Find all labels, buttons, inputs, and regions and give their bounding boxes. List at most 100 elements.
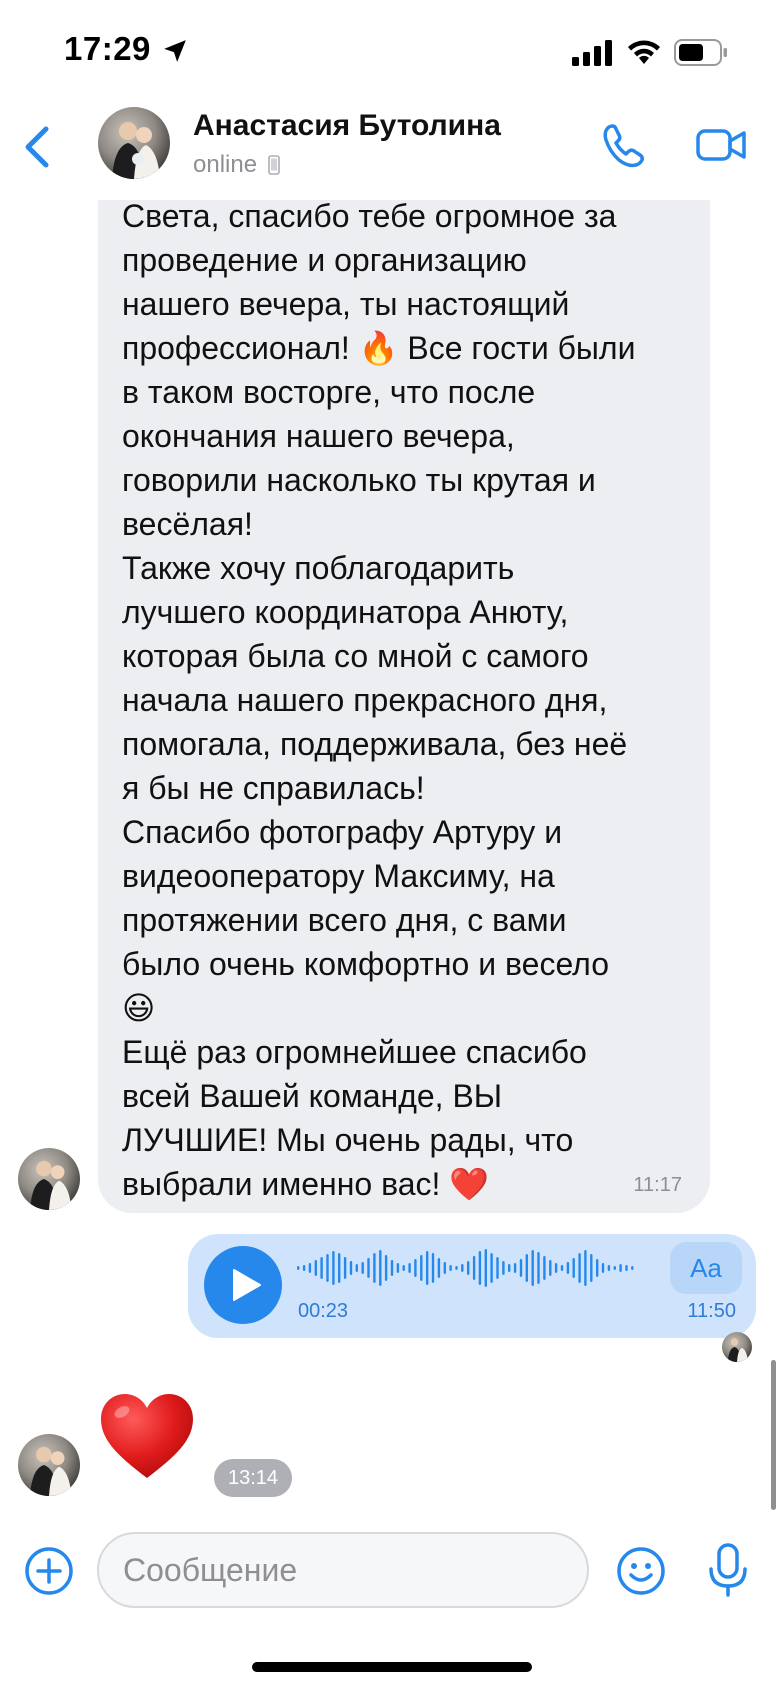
cellular-signal-icon: [572, 40, 612, 66]
waveform-bar: [332, 1251, 335, 1285]
waveform-bar: [596, 1259, 599, 1277]
online-status: online: [193, 151, 280, 179]
phone-call-icon[interactable]: [600, 121, 648, 169]
mobile-device-icon: [267, 155, 280, 175]
waveform-bar: [443, 1262, 446, 1274]
waveform-bar: [631, 1266, 634, 1270]
status-bar: 17:29: [0, 0, 780, 100]
waveform-bar: [449, 1265, 452, 1271]
online-status-label: online: [193, 151, 258, 178]
message-time: 11:17: [633, 1174, 682, 1196]
microphone-icon[interactable]: [706, 1542, 750, 1598]
waveform-bar: [384, 1255, 388, 1281]
contact-avatar[interactable]: [98, 107, 170, 179]
heart-emoji-icon[interactable]: [98, 1390, 196, 1482]
waveform-bar: [508, 1264, 511, 1272]
message-time: 11:50: [687, 1300, 736, 1322]
waveform-bar: [367, 1258, 370, 1278]
avatar-photo-icon: [30, 1446, 72, 1496]
avatar-photo-icon: [112, 122, 160, 179]
waveform-bar: [472, 1256, 476, 1280]
waveform-bar: [379, 1250, 382, 1286]
waveform-bar: [455, 1266, 458, 1270]
play-icon: [233, 1269, 261, 1301]
waveform-bar: [502, 1261, 505, 1275]
voice-waveform[interactable]: [296, 1246, 636, 1290]
waveform-bar: [408, 1263, 411, 1273]
waveform-bar: [513, 1263, 517, 1273]
message-input[interactable]: [97, 1532, 589, 1608]
waveform-bar: [467, 1261, 470, 1275]
waveform-bar: [537, 1252, 540, 1284]
waveform-bar: [584, 1250, 587, 1286]
voice-duration: 00:23: [298, 1300, 349, 1322]
waveform-bar: [578, 1253, 581, 1283]
emoji-smile-icon[interactable]: [616, 1546, 666, 1596]
waveform-bar: [396, 1263, 400, 1273]
waveform-bar: [349, 1261, 353, 1275]
home-indicator: [252, 1662, 532, 1672]
message-composer: [0, 1520, 780, 1688]
status-time: 17:29: [64, 30, 151, 67]
waveform-bar: [572, 1258, 575, 1278]
waveform-bar: [543, 1256, 546, 1280]
message-time-pill: 13:14: [214, 1459, 292, 1497]
waveform-bar: [326, 1254, 329, 1282]
waveform-bar: [525, 1254, 528, 1282]
waveform-bar: [519, 1259, 523, 1277]
waveform-bar: [625, 1265, 628, 1271]
message-text: Света, спасибо тебе огромное за проведен…: [122, 198, 636, 1202]
incoming-message-bubble[interactable]: Света, спасибо тебе огромное за проведен…: [98, 140, 710, 1213]
location-arrow-icon: [164, 40, 186, 62]
play-button[interactable]: [204, 1246, 282, 1324]
waveform-bar: [420, 1255, 423, 1281]
chat-screen: 17:29 Анастасия Бутолина online Света, с…: [0, 0, 780, 1688]
waveform-bar: [426, 1251, 429, 1285]
avatar-photo-icon: [727, 1338, 748, 1362]
avatar-photo-icon: [30, 1160, 72, 1210]
waveform-bar: [297, 1266, 300, 1270]
waveform-bar: [373, 1253, 376, 1283]
waveform-bar: [531, 1250, 534, 1286]
waveform-bar: [607, 1265, 611, 1271]
scrollbar[interactable]: [771, 1360, 776, 1510]
back-chevron-icon[interactable]: [20, 123, 54, 171]
waveform-bar: [402, 1265, 405, 1271]
waveform-bar: [461, 1264, 464, 1272]
waveform-bar: [338, 1253, 341, 1283]
waveform-bar: [554, 1263, 558, 1273]
transcribe-button[interactable]: Aa: [670, 1242, 742, 1294]
sender-avatar[interactable]: [18, 1434, 80, 1496]
waveform-bar: [343, 1257, 347, 1279]
waveform-bar: [549, 1260, 552, 1276]
waveform-bar: [484, 1249, 487, 1287]
waveform-bar: [361, 1262, 364, 1274]
waveform-bar: [496, 1257, 499, 1279]
attach-plus-icon[interactable]: [24, 1546, 74, 1596]
outgoing-voice-message[interactable]: 00:23 Aa 11:50: [188, 1234, 756, 1338]
wifi-icon: [628, 40, 660, 64]
waveform-bar: [302, 1265, 306, 1271]
waveform-bar: [601, 1263, 605, 1273]
waveform-bar: [590, 1254, 593, 1282]
waveform-bar: [437, 1258, 441, 1278]
waveform-bar: [619, 1264, 622, 1272]
battery-icon: [674, 39, 727, 66]
waveform-bar: [478, 1251, 482, 1285]
sender-avatar[interactable]: [18, 1148, 80, 1210]
contact-name[interactable]: Анастасия Бутолина: [193, 109, 501, 143]
waveform-bar: [314, 1260, 317, 1276]
waveform-bar: [431, 1253, 435, 1283]
video-call-icon[interactable]: [696, 125, 748, 165]
waveform-bar: [308, 1263, 312, 1273]
waveform-bar: [490, 1253, 493, 1283]
waveform-bar: [613, 1266, 616, 1270]
read-receipt-avatar: [722, 1332, 752, 1362]
waveform-bar: [566, 1262, 570, 1274]
waveform-bar: [414, 1259, 417, 1277]
waveform-bar: [320, 1257, 323, 1279]
waveform-bar: [355, 1264, 358, 1272]
waveform-bar: [560, 1265, 564, 1271]
chat-header: Анастасия Бутолина online: [0, 95, 780, 200]
waveform-bar: [390, 1260, 394, 1276]
